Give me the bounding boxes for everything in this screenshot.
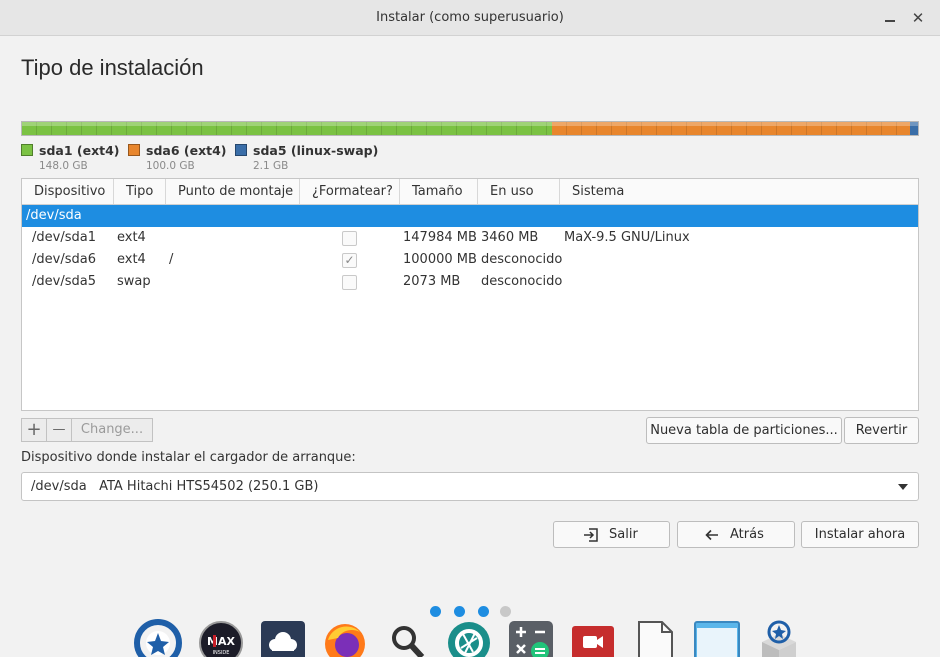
- bootloader-label: Dispositivo donde instalar el cargador d…: [21, 450, 356, 465]
- revert-button[interactable]: Revertir: [844, 417, 919, 444]
- column-header-used[interactable]: En uso: [478, 179, 560, 204]
- change-partition-button[interactable]: Change...: [71, 418, 153, 442]
- legend-swatch: [235, 144, 247, 156]
- page-title: Tipo de instalación: [21, 55, 204, 80]
- legend-partition-name: sda1 (ext4): [39, 143, 120, 158]
- bootloader-device-value: /dev/sda ATA Hitachi HTS54502 (250.1 GB): [31, 479, 319, 494]
- cell-device: /dev/sda5: [32, 274, 96, 289]
- column-header-type[interactable]: Tipo: [114, 179, 166, 204]
- partition-bar-segment-sda6: [552, 122, 911, 135]
- progress-dot: [430, 606, 441, 617]
- max-logo-icon[interactable]: MAX INSIDE: [196, 618, 246, 657]
- cell-device: /dev/sda1: [32, 230, 96, 245]
- title-bar: Instalar (como superusuario) ✕: [0, 0, 940, 36]
- legend-partition-name: sda6 (ext4): [146, 143, 227, 158]
- cell-used: desconocido: [481, 252, 563, 267]
- table-row[interactable]: /dev/sda1 ext4 147984 MB 3460 MB MaX-9.5…: [22, 227, 918, 249]
- partition-bar: [21, 121, 919, 136]
- search-icon[interactable]: [382, 618, 432, 657]
- column-header-system[interactable]: Sistema: [560, 179, 920, 204]
- nextcloud-icon[interactable]: [258, 618, 308, 657]
- legend-swatch: [21, 144, 33, 156]
- cell-device: /dev/sda6: [32, 252, 96, 267]
- quit-button-label: Salir: [609, 527, 638, 542]
- format-checkbox[interactable]: [342, 275, 357, 290]
- video-icon[interactable]: [568, 618, 618, 657]
- legend-partition-size: 148.0 GB: [39, 160, 88, 172]
- remove-partition-button[interactable]: —: [46, 418, 72, 442]
- table-header: Dispositivo Tipo Punto de montaje ¿Forma…: [22, 179, 918, 205]
- window-title: Instalar (como superusuario): [376, 10, 564, 25]
- cell-type: ext4: [117, 230, 146, 245]
- progress-dot: [500, 606, 511, 617]
- partition-bar-segment-sda1: [22, 122, 553, 135]
- arrow-left-icon: [705, 529, 718, 541]
- table-row[interactable]: /dev/sda5 swap 2073 MB desconocido: [22, 271, 918, 293]
- minimize-button[interactable]: [883, 8, 897, 28]
- camera-aperture-icon[interactable]: [444, 618, 494, 657]
- calculator-icon[interactable]: [506, 618, 556, 657]
- format-checkbox[interactable]: [342, 231, 357, 246]
- legend-partition-name: sda5 (linux-swap): [253, 143, 379, 158]
- legend-swatch: [128, 144, 140, 156]
- cell-mount: /: [169, 252, 174, 267]
- table-row[interactable]: /dev/sda6 ext4 / ✓ 100000 MB desconocido: [22, 249, 918, 271]
- legend-partition-size: 2.1 GB: [253, 160, 289, 172]
- cell-device: /dev/sda: [26, 208, 82, 223]
- table-row[interactable]: /dev/sda: [22, 205, 918, 227]
- new-partition-table-button[interactable]: Nueva tabla de particiones...: [646, 417, 842, 444]
- cell-size: 2073 MB: [403, 274, 461, 289]
- firefox-icon[interactable]: [320, 618, 370, 657]
- cell-size: 147984 MB: [403, 230, 477, 245]
- partition-table[interactable]: Dispositivo Tipo Punto de montaje ¿Forma…: [21, 178, 919, 411]
- svg-text:INSIDE: INSIDE: [213, 650, 230, 656]
- cell-size: 100000 MB: [403, 252, 477, 267]
- svg-text:MAX: MAX: [207, 635, 235, 648]
- back-button[interactable]: Atrás: [677, 521, 795, 548]
- installer-icon[interactable]: [133, 618, 183, 657]
- progress-dot: [454, 606, 465, 617]
- cell-type: swap: [117, 274, 151, 289]
- progress-dot: [478, 606, 489, 617]
- back-button-label: Atrás: [730, 527, 764, 542]
- column-header-size[interactable]: Tamaño: [400, 179, 478, 204]
- close-button[interactable]: ✕: [910, 9, 926, 27]
- quit-button[interactable]: Salir: [553, 521, 670, 548]
- cell-type: ext4: [117, 252, 146, 267]
- cell-used: desconocido: [481, 274, 563, 289]
- cell-used: 3460 MB: [481, 230, 539, 245]
- document-icon[interactable]: [630, 618, 680, 657]
- add-partition-button[interactable]: +: [21, 418, 47, 442]
- format-checkbox[interactable]: ✓: [342, 253, 357, 268]
- exit-icon: [584, 528, 598, 542]
- partition-bar-segment-sda5: [910, 122, 918, 135]
- column-header-mount[interactable]: Punto de montaje: [166, 179, 300, 204]
- window-icon[interactable]: [692, 618, 742, 657]
- installer-box-icon[interactable]: [754, 618, 804, 657]
- dropdown-arrow-icon: [898, 484, 908, 490]
- legend-partition-size: 100.0 GB: [146, 160, 195, 172]
- bootloader-device-select[interactable]: /dev/sda ATA Hitachi HTS54502 (250.1 GB): [21, 472, 919, 501]
- dock: MAX INSIDE: [0, 618, 940, 657]
- column-header-format[interactable]: ¿Formatear?: [300, 179, 400, 204]
- column-header-device[interactable]: Dispositivo: [22, 179, 114, 204]
- install-now-button[interactable]: Instalar ahora: [801, 521, 919, 548]
- cell-system: MaX-9.5 GNU/Linux: [564, 230, 690, 245]
